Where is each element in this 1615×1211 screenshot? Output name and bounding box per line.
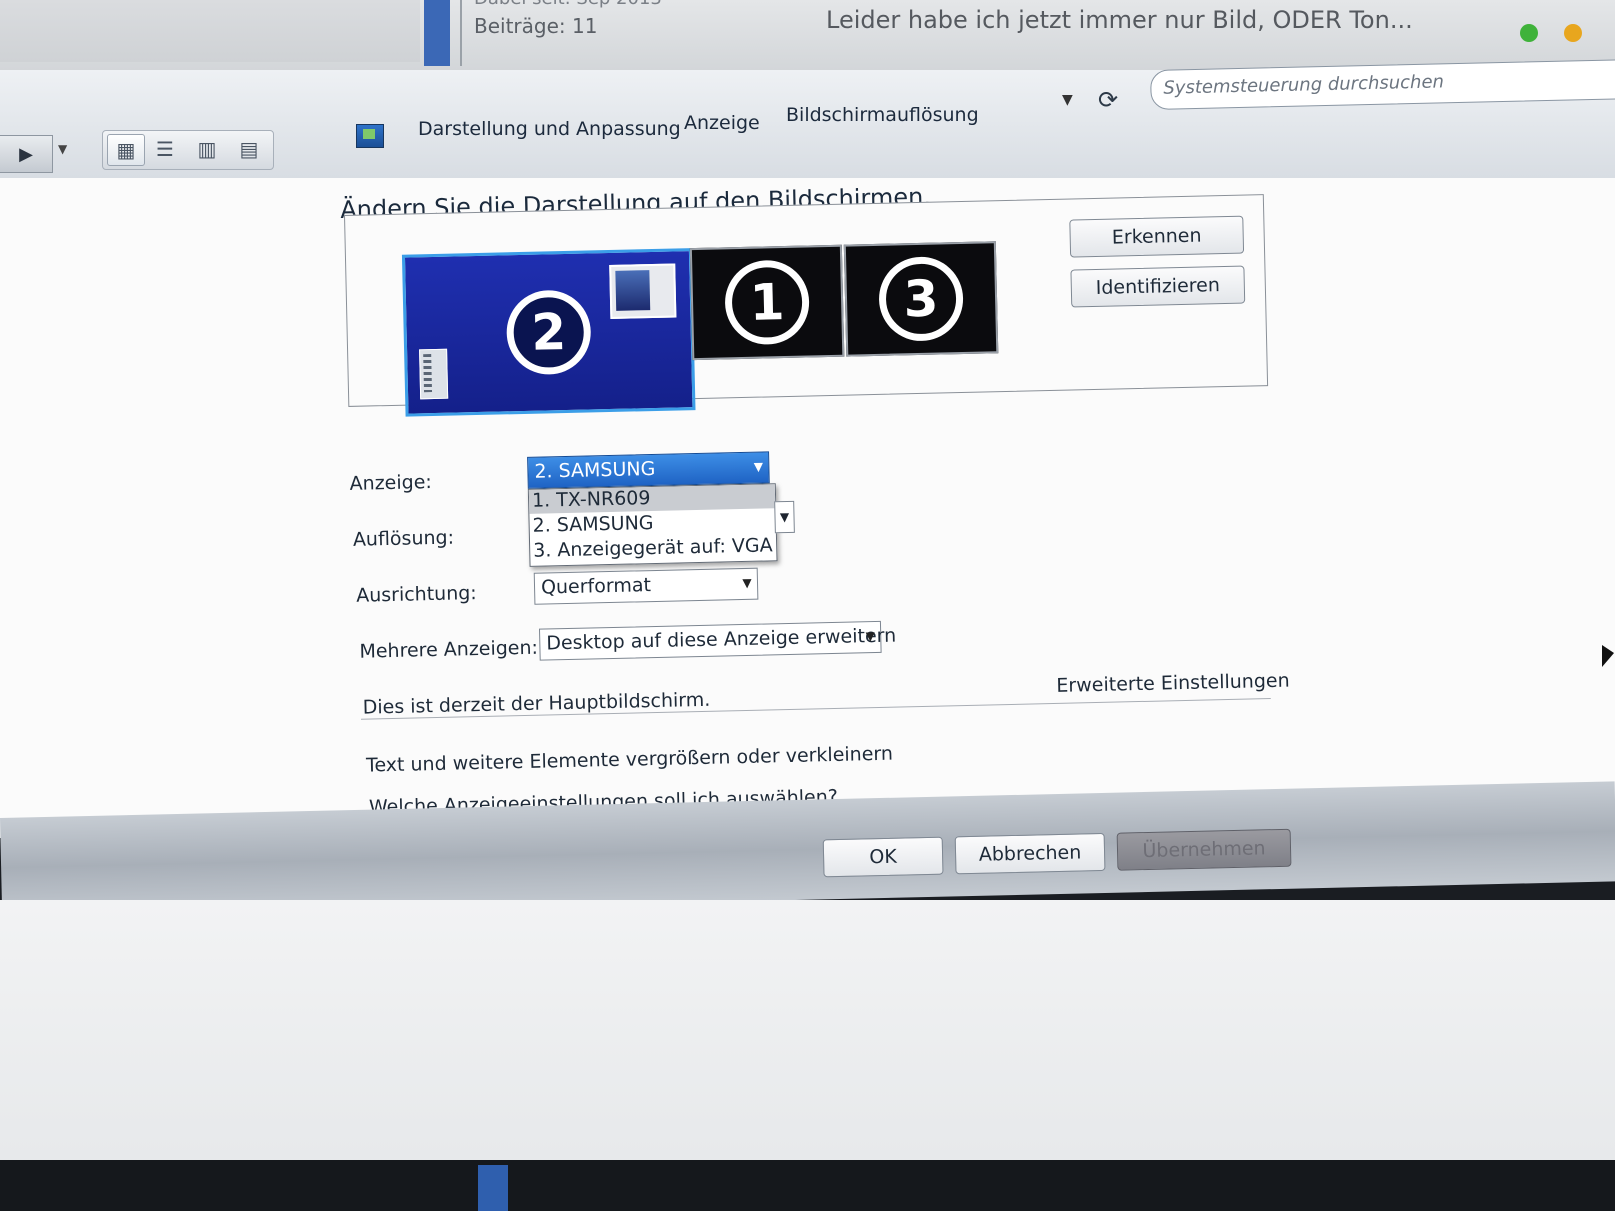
display-select-value: 2. SAMSUNG [534, 457, 656, 483]
control-panel-icon [356, 124, 384, 148]
window-lower-area [0, 900, 1615, 1180]
forum-message-snippet: Leider habe ich jetzt immer nur Bild, OD… [826, 6, 1413, 34]
multi-display-select[interactable]: Desktop auf diese Anzeige erweitern ▼ [538, 620, 896, 661]
forum-posts-label: Beiträge: 11 [474, 14, 598, 38]
display-settings-form: Anzeige: 2. SAMSUNG ▼ 1. TX-NR609 2. SAM… [345, 433, 1333, 819]
breadcrumb-appearance[interactable]: Darstellung und Anpassung [418, 118, 681, 140]
chevron-down-icon: ▼ [865, 629, 876, 644]
mouse-cursor-icon [1602, 645, 1614, 667]
display-dropdown-list: 1. TX-NR609 2. SAMSUNG 3. Anzeigegerät a… [527, 483, 778, 567]
list-view-icon[interactable]: ☰ [147, 134, 183, 164]
orientation-label: Ausrichtung: [355, 582, 477, 607]
icons-view-icon[interactable]: ▦ [107, 134, 145, 166]
forum-divider [460, 0, 462, 66]
orientation-select[interactable]: Querformat ▼ [533, 567, 759, 605]
chevron-down-icon: ▼ [753, 459, 764, 474]
advanced-settings-link[interactable]: Erweiterte Einstellungen [1056, 670, 1290, 697]
view-mode-group: ▦ ☰ ▥ ▤ [102, 130, 274, 170]
ok-button[interactable]: OK [822, 836, 944, 878]
coverflow-view-icon[interactable]: ▤ [231, 134, 267, 164]
refresh-icon[interactable]: ⟳ [1098, 86, 1118, 114]
monitor-number: 1 [724, 259, 811, 346]
resolution-label: Auflösung: [352, 526, 455, 551]
photo-stage: Dabei seit: Sep 2013 Beiträge: 11 Leider… [0, 0, 1615, 1211]
history-dropdown-icon[interactable]: ▼ [58, 142, 67, 156]
play-arrow-icon: ▶ [19, 143, 33, 165]
dropdown-option[interactable]: 3. Anzeigegerät auf: VGA [530, 534, 776, 564]
monitor-3[interactable]: 3 [843, 241, 999, 357]
text-size-link[interactable]: Text und weitere Elemente vergrößern ode… [366, 743, 893, 777]
breadcrumb-resolution[interactable]: Bildschirmauflösung [786, 104, 979, 126]
taskbar-edge [478, 1165, 508, 1211]
forum-left-panel [0, 0, 420, 62]
forum-window-strip: Dabei seit: Sep 2013 Beiträge: 11 Leider… [0, 0, 1615, 70]
breadcrumb-display[interactable]: Anzeige [684, 112, 760, 134]
forward-button[interactable]: ▶ [0, 135, 53, 173]
search-placeholder: Systemsteuerung durchsuchen [1163, 71, 1445, 99]
monitor-arrangement-panel: 2 1 3 Erkennen Identifizieren [344, 194, 1269, 417]
multi-display-select-value: Desktop auf diese Anzeige erweitern [546, 624, 897, 655]
chevron-down-icon: ▼ [742, 575, 752, 591]
address-dropdown-icon[interactable]: ▼ [1062, 92, 1073, 108]
resolution-select-arrow[interactable]: ▼ [774, 500, 795, 534]
monitor-number: 2 [505, 289, 592, 376]
apply-button: Übernehmen [1116, 828, 1292, 871]
orientation-select-value: Querformat [540, 574, 652, 599]
display-label: Anzeige: [349, 471, 433, 495]
window-minimize-button[interactable] [1564, 24, 1582, 42]
mini-taskbar-icon [419, 348, 449, 400]
cancel-button[interactable]: Abbrechen [954, 832, 1106, 875]
monitor-2[interactable]: 2 [401, 248, 696, 417]
monitor-1[interactable]: 1 [689, 244, 845, 361]
monitor-number: 3 [878, 255, 964, 342]
multi-display-label: Mehrere Anzeigen: [359, 636, 539, 663]
identify-button[interactable]: Identifizieren [1070, 265, 1246, 308]
detect-button[interactable]: Erkennen [1069, 215, 1245, 258]
monitor-bezel [0, 1160, 1615, 1211]
columns-view-icon[interactable]: ▥ [189, 134, 225, 164]
forum-joined-text: Dabei seit: Sep 2013 [474, 0, 662, 9]
forum-accent-bar [424, 0, 450, 66]
mini-window-icon [609, 263, 677, 319]
window-zoom-button[interactable] [1520, 24, 1538, 42]
